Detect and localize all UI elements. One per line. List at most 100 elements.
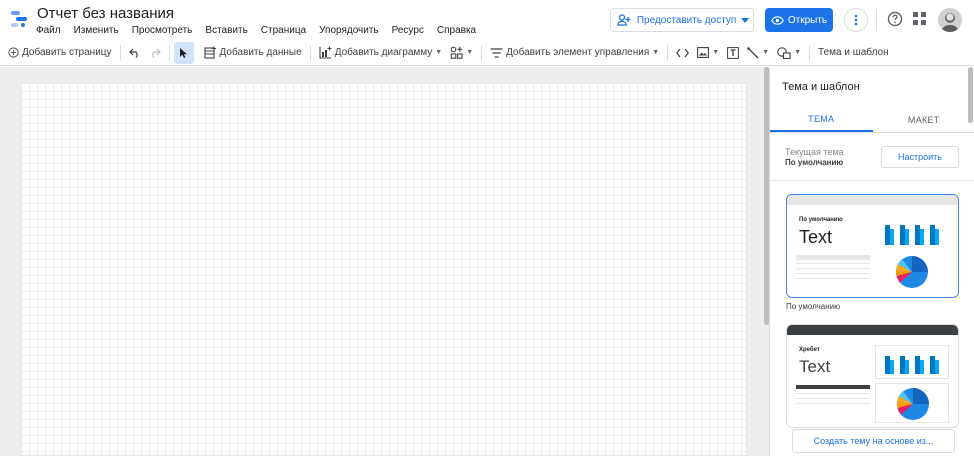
shapes-icon <box>777 46 791 59</box>
add-page-button[interactable]: Добавить страницу <box>4 42 116 64</box>
menu-file[interactable]: Файл <box>36 25 67 36</box>
image-button[interactable]: ▼ <box>693 42 723 64</box>
line-icon <box>747 46 759 58</box>
theme-layout-button[interactable]: Тема и шаблон <box>814 42 893 64</box>
theme-preview-small-title: Хребет <box>799 347 820 353</box>
preview-pie-chart-tile <box>875 383 949 423</box>
report-title[interactable]: Отчет без названия <box>37 5 174 22</box>
preview-bar-chart-icon <box>885 356 939 374</box>
components-icon <box>450 46 463 59</box>
data-studio-logo-icon[interactable] <box>8 8 30 30</box>
add-chart-label: Добавить диаграмму <box>334 47 433 58</box>
report-canvas-page[interactable] <box>20 82 747 456</box>
redo-icon <box>151 48 161 58</box>
chevron-down-icon: ▼ <box>762 49 770 56</box>
customize-theme-button[interactable]: Настроить <box>881 146 959 168</box>
cursor-arrow-icon <box>180 47 188 58</box>
add-data-button[interactable]: Добавить данные <box>200 42 306 64</box>
add-person-icon <box>611 14 637 26</box>
embed-code-button[interactable] <box>672 42 693 64</box>
select-tool-button[interactable] <box>173 41 194 64</box>
theme-card-default[interactable]: По умолчанию Text <box>786 194 959 298</box>
preview-bar-chart-icon <box>885 225 939 245</box>
menu-arrange[interactable]: Упорядочить <box>319 25 385 36</box>
theme-card-default-label: По умолчанию <box>786 302 841 311</box>
preview-bar-chart-tile <box>875 345 949 379</box>
apps-grid-icon[interactable] <box>913 12 927 26</box>
add-data-icon <box>203 46 216 59</box>
card-header-bar <box>787 325 958 335</box>
menu-view[interactable]: Просмотреть <box>132 25 199 36</box>
toolbar-divider <box>667 44 669 61</box>
add-chart-button[interactable]: Добавить диаграмму ▼ <box>315 42 447 64</box>
user-avatar[interactable] <box>938 8 962 32</box>
add-data-label: Добавить данные <box>219 47 302 58</box>
help-icon[interactable] <box>887 11 903 27</box>
eye-icon <box>770 15 784 25</box>
theme-preview-text: Text <box>799 357 831 376</box>
add-control-button[interactable]: Добавить элемент управления ▼ <box>486 42 663 64</box>
chevron-down-icon: ▼ <box>435 49 443 56</box>
app-header: Отчет без названия Файл Изменить Просмот… <box>0 0 974 40</box>
create-theme-from-image-button[interactable]: Создать тему на основе из... <box>792 429 955 453</box>
theme-layout-label: Тема и шаблон <box>818 47 889 58</box>
header-divider <box>876 10 877 30</box>
toolbar-divider <box>119 44 121 61</box>
current-theme-value: По умолчанию <box>785 158 844 167</box>
open-button[interactable]: Открыть <box>765 8 833 32</box>
panel-divider <box>770 180 974 181</box>
tab-theme[interactable]: ТЕМА <box>770 107 873 132</box>
menu-edit[interactable]: Изменить <box>74 25 125 36</box>
shape-button[interactable]: ▼ <box>773 42 805 64</box>
preview-text-lines <box>796 255 870 283</box>
current-theme-label: Текущая тема <box>785 147 844 157</box>
toolbar-divider <box>309 44 311 61</box>
share-button[interactable]: Предоставить доступ <box>610 8 754 32</box>
toolbar-divider <box>481 44 483 61</box>
card-header-bar <box>787 195 958 205</box>
toolbar-divider <box>168 44 170 61</box>
filter-icon <box>490 47 503 58</box>
menu-help[interactable]: Справка <box>437 25 482 36</box>
chevron-down-icon: ▼ <box>652 49 660 56</box>
preview-pie-chart-icon <box>895 256 928 288</box>
chevron-down-icon: ▼ <box>794 49 802 56</box>
text-box-icon <box>727 46 740 59</box>
menu-insert[interactable]: Вставить <box>205 25 253 36</box>
community-visualizations-button[interactable]: ▼ <box>446 42 477 64</box>
tab-layout[interactable]: МАКЕТ <box>873 107 974 132</box>
undo-button[interactable] <box>125 42 145 64</box>
chevron-down-icon: ▼ <box>466 49 474 56</box>
preview-pie-chart-icon <box>896 388 929 420</box>
menu-page[interactable]: Страница <box>261 25 312 36</box>
redo-button[interactable] <box>145 42 165 64</box>
toolbar-divider <box>809 44 811 61</box>
share-dropdown-icon[interactable] <box>736 9 753 31</box>
line-button[interactable]: ▼ <box>743 42 773 64</box>
image-icon <box>697 47 710 58</box>
chevron-down-icon: ▼ <box>712 49 720 56</box>
theme-preview-small-title: По умолчанию <box>799 217 843 223</box>
more-options-button[interactable] <box>844 8 868 32</box>
add-circle-icon <box>8 47 19 58</box>
panel-title: Тема и шаблон <box>782 81 860 93</box>
editor-toolbar: Добавить страницу Добавить данные Добави… <box>0 40 974 66</box>
add-control-label: Добавить элемент управления <box>506 47 650 58</box>
text-box-button[interactable] <box>723 42 743 64</box>
add-chart-icon <box>319 46 332 59</box>
canvas-area <box>0 67 769 456</box>
add-page-label: Добавить страницу <box>22 47 112 58</box>
code-icon <box>676 48 690 57</box>
undo-icon <box>128 48 138 58</box>
menu-bar: Файл Изменить Просмотреть Вставить Стран… <box>36 25 489 36</box>
theme-preview-text: Text <box>799 227 833 247</box>
share-button-label: Предоставить доступ <box>636 14 737 26</box>
menu-resource[interactable]: Ресурс <box>392 25 430 36</box>
preview-text-lines <box>796 385 870 408</box>
app-root: Отчет без названия Файл Изменить Просмот… <box>0 0 974 456</box>
theme-layout-panel: Тема и шаблон ТЕМА МАКЕТ Текущая тема По… <box>769 67 974 456</box>
open-button-label: Открыть <box>787 14 828 26</box>
more-vert-icon <box>854 14 858 26</box>
panel-tabs: ТЕМА МАКЕТ <box>770 107 974 133</box>
theme-card-spine[interactable]: Хребет Text <box>786 324 959 428</box>
